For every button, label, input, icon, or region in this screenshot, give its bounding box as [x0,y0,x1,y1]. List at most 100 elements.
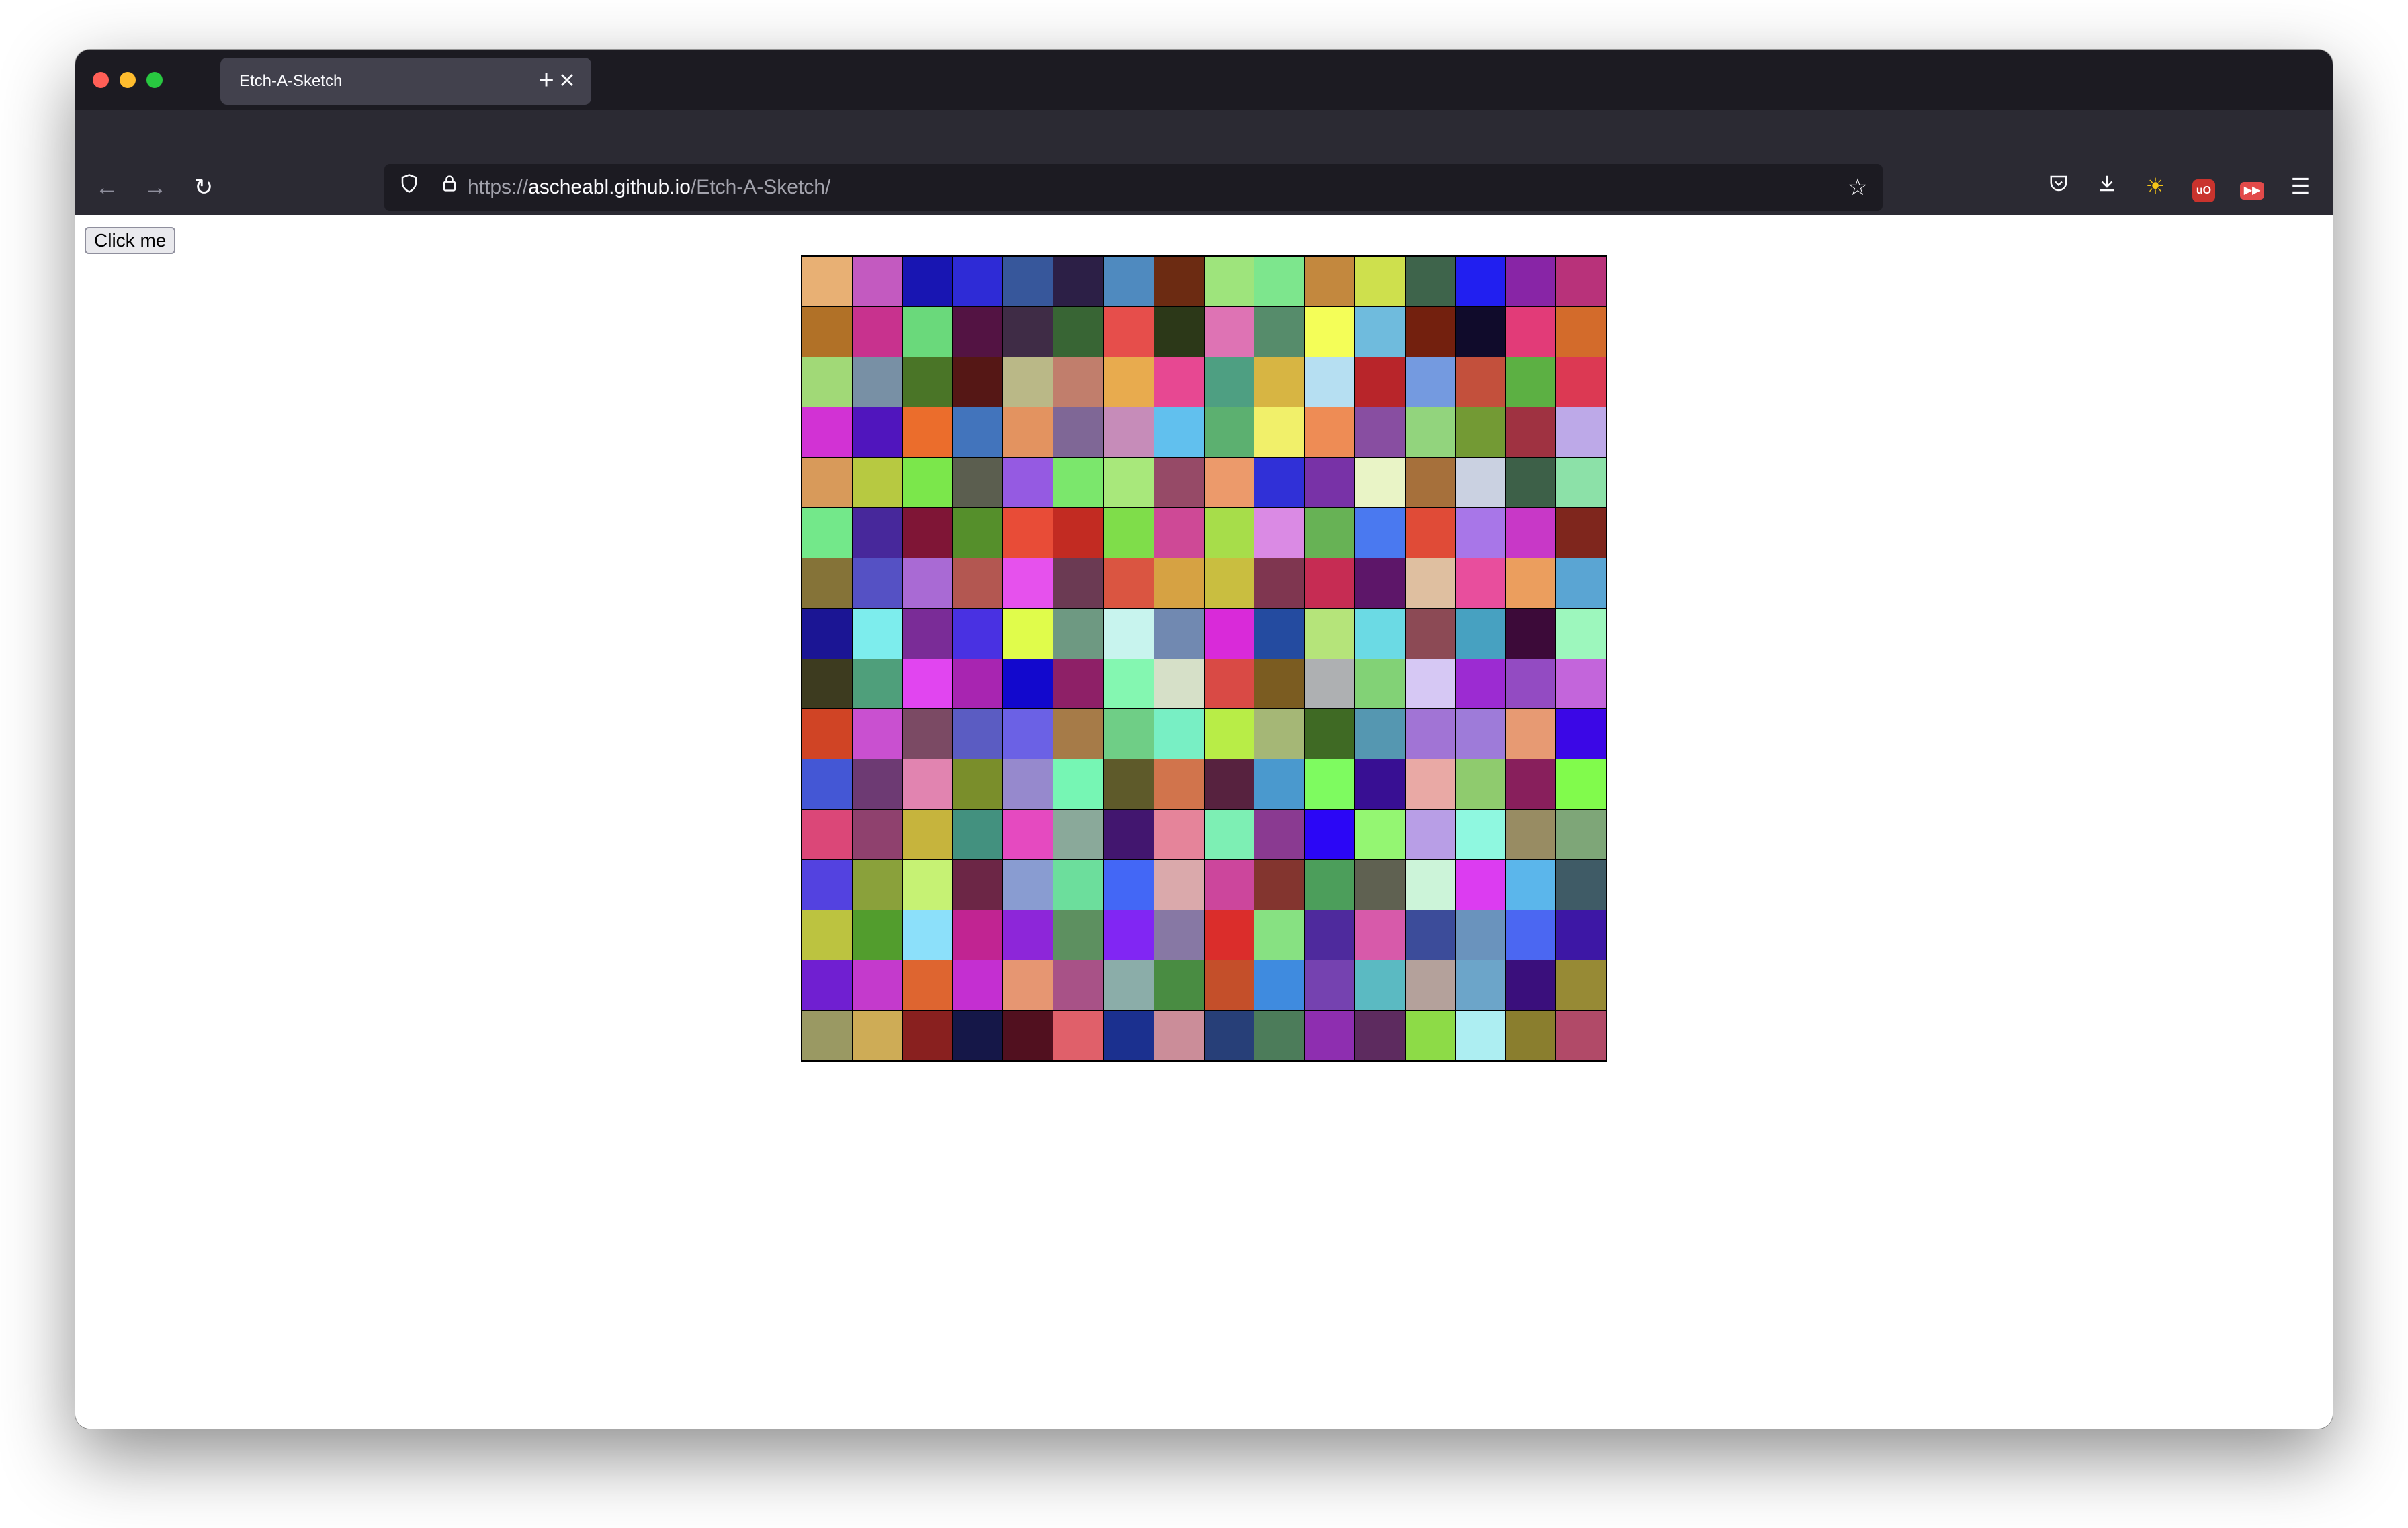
grid-cell[interactable] [953,257,1003,306]
grid-cell[interactable] [953,407,1003,458]
grid-cell[interactable] [1254,759,1305,809]
grid-cell[interactable] [1204,659,1254,709]
grid-cell[interactable] [1154,558,1204,608]
grid-cell[interactable] [902,1011,953,1060]
grid-cell[interactable] [1204,508,1254,558]
grid-cell[interactable] [1506,306,1556,357]
grid-cell[interactable] [1405,357,1455,407]
grid-cell[interactable] [1254,1011,1305,1060]
grid-cell[interactable] [1305,257,1354,306]
grid-cell[interactable] [1054,809,1103,859]
close-window-button[interactable] [93,72,109,88]
grid-cell[interactable] [1204,458,1254,508]
grid-cell[interactable] [902,458,953,508]
grid-cell[interactable] [1305,407,1354,458]
grid-cell[interactable] [1455,458,1506,508]
grid-cell[interactable] [1506,458,1556,508]
grid-cell[interactable] [1455,407,1506,458]
grid-cell[interactable] [1405,257,1455,306]
grid-cell[interactable] [1354,1011,1405,1060]
grid-cell[interactable] [1154,357,1204,407]
grid-cell[interactable] [1103,659,1154,709]
grid-cell[interactable] [1305,709,1354,759]
grid-cell[interactable] [1254,508,1305,558]
grid-cell[interactable] [1204,960,1254,1011]
grid-cell[interactable] [1254,306,1305,357]
grid-cell[interactable] [902,558,953,608]
grid-cell[interactable] [1204,407,1254,458]
grid-cell[interactable] [902,759,953,809]
grid-cell[interactable] [1204,910,1254,960]
grid-cell[interactable] [1305,357,1354,407]
grid-cell[interactable] [902,508,953,558]
grid-cell[interactable] [852,859,902,910]
grid-cell[interactable] [1003,960,1054,1011]
grid-cell[interactable] [1354,759,1405,809]
grid-cell[interactable] [1305,659,1354,709]
grid-cell[interactable] [1405,306,1455,357]
grid-cell[interactable] [953,306,1003,357]
grid-cell[interactable] [1556,859,1606,910]
pocket-icon[interactable] [2040,168,2077,204]
grid-cell[interactable] [1054,508,1103,558]
grid-cell[interactable] [802,809,852,859]
grid-cell[interactable] [1556,910,1606,960]
grid-cell[interactable] [1405,859,1455,910]
grid-cell[interactable] [1204,709,1254,759]
grid-cell[interactable] [802,407,852,458]
grid-cell[interactable] [1003,1011,1054,1060]
grid-cell[interactable] [902,357,953,407]
grid-cell[interactable] [1003,458,1054,508]
grid-cell[interactable] [1254,910,1305,960]
grid-cell[interactable] [1054,306,1103,357]
grid-cell[interactable] [1506,1011,1556,1060]
grid-cell[interactable] [1003,608,1054,659]
grid-cell[interactable] [953,910,1003,960]
grid-cell[interactable] [1305,508,1354,558]
grid-cell[interactable] [1354,357,1405,407]
grid-cell[interactable] [802,608,852,659]
grid-cell[interactable] [1204,1011,1254,1060]
grid-cell[interactable] [802,709,852,759]
grid-cell[interactable] [902,859,953,910]
grid-cell[interactable] [1103,458,1154,508]
grid-cell[interactable] [1405,809,1455,859]
grid-cell[interactable] [1154,458,1204,508]
grid-cell[interactable] [1204,759,1254,809]
grid-cell[interactable] [1103,257,1154,306]
grid-cell[interactable] [802,1011,852,1060]
grid-cell[interactable] [1506,357,1556,407]
grid-cell[interactable] [1354,960,1405,1011]
grid-cell[interactable] [953,960,1003,1011]
grid-cell[interactable] [1405,458,1455,508]
grid-cell[interactable] [1003,558,1054,608]
grid-cell[interactable] [953,759,1003,809]
grid-cell[interactable] [1254,257,1305,306]
grid-cell[interactable] [1305,558,1354,608]
grid-cell[interactable] [1506,257,1556,306]
grid-cell[interactable] [1254,608,1305,659]
grid-cell[interactable] [1556,508,1606,558]
grid-cell[interactable] [1556,407,1606,458]
grid-cell[interactable] [953,508,1003,558]
grid-cell[interactable] [1003,508,1054,558]
youtube-ext-icon[interactable]: ▶▶ [2234,168,2270,204]
grid-cell[interactable] [1506,558,1556,608]
grid-cell[interactable] [1506,759,1556,809]
grid-cell[interactable] [1405,407,1455,458]
grid-cell[interactable] [1254,558,1305,608]
grid-cell[interactable] [1204,558,1254,608]
grid-cell[interactable] [1003,759,1054,809]
grid-cell[interactable] [852,508,902,558]
grid-cell[interactable] [1354,709,1405,759]
grid-cell[interactable] [1154,608,1204,659]
grid-cell[interactable] [1405,709,1455,759]
grid-cell[interactable] [852,306,902,357]
grid-cell[interactable] [1305,458,1354,508]
grid-cell[interactable] [1305,910,1354,960]
grid-cell[interactable] [1003,306,1054,357]
grid-cell[interactable] [953,709,1003,759]
grid-cell[interactable] [1506,859,1556,910]
grid-cell[interactable] [1003,357,1054,407]
grid-cell[interactable] [902,960,953,1011]
